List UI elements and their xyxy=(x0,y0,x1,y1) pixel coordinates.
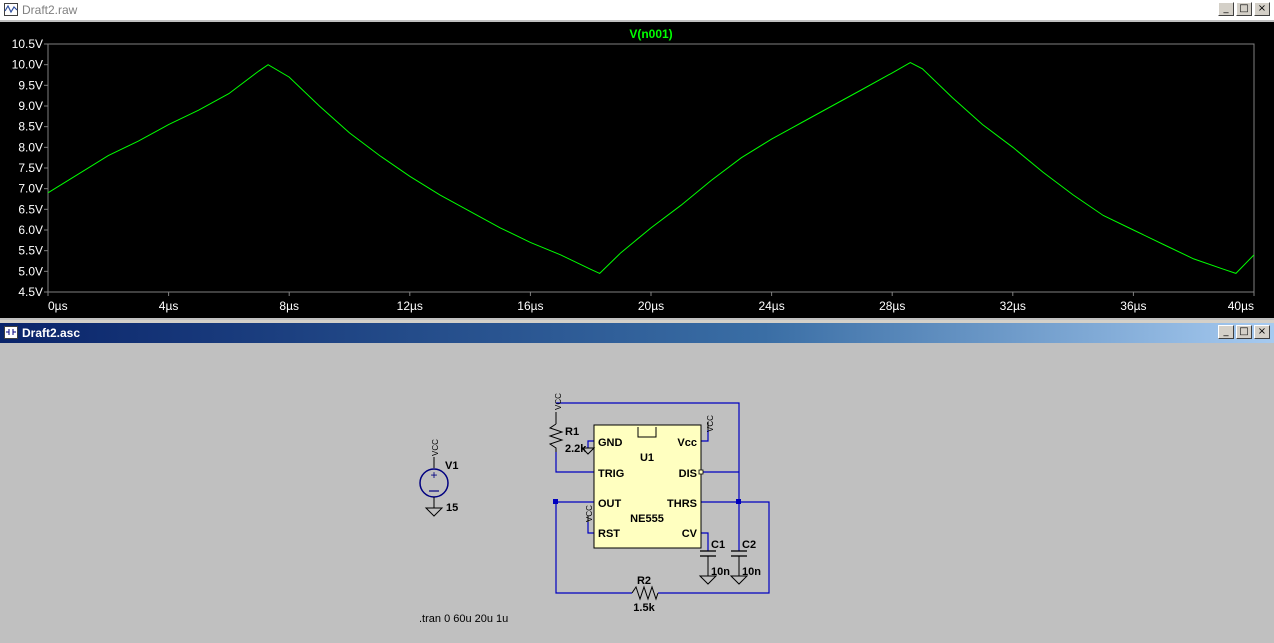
schematic-canvas[interactable]: + V1 15 VCC R1 2.2k VCC U1 NE555 GND Vcc… xyxy=(0,345,1274,643)
capacitor-c1[interactable]: C1 10n xyxy=(698,539,730,585)
plot-titlebar[interactable]: Draft2.raw _ □ × xyxy=(0,0,1274,20)
x-tick-label: 40µs xyxy=(1228,299,1254,313)
resistor-r2[interactable]: R2 1.5k xyxy=(631,575,659,614)
x-tick-label: 0µs xyxy=(48,299,68,313)
pin-dis-label: DIS xyxy=(679,468,697,480)
x-tick-label: 32µs xyxy=(1000,299,1026,313)
close-button[interactable]: × xyxy=(1254,325,1270,339)
plot-window: Draft2.raw _ □ × V(n001) 10.5V 10.0V 9.5V 9… xyxy=(0,0,1274,320)
x-tick-label: 20µs xyxy=(638,299,664,313)
trace-title[interactable]: V(n001) xyxy=(629,27,672,41)
y-tick-label: 7.5V xyxy=(18,161,43,175)
schematic-icon xyxy=(4,326,18,339)
x-tick-label: 36µs xyxy=(1120,299,1146,313)
y-tick-label: 6.0V xyxy=(18,223,43,237)
minimize-button[interactable]: _ xyxy=(1218,325,1234,339)
spice-directive[interactable]: .tran 0 60u 20u 1u xyxy=(419,613,508,625)
pin-out-label: OUT xyxy=(598,498,622,510)
y-tick-label: 10.0V xyxy=(12,58,43,72)
waveform-plot[interactable]: V(n001) 10.5V 10.0V 9.5V 9.0V 8.5V 8.0V 7.5V 7.… xyxy=(0,22,1274,318)
r2-value-label: 1.5k xyxy=(633,602,655,614)
u1-vcc-flag: VCC xyxy=(706,415,715,432)
pin-vcc-label: Vcc xyxy=(677,437,697,449)
y-tick-label: 5.0V xyxy=(18,264,43,278)
x-tick-label: 12µs xyxy=(397,299,423,313)
close-button[interactable]: × xyxy=(1254,2,1270,16)
r1-value-label: 2.2k xyxy=(565,443,587,455)
x-tick-label: 16µs xyxy=(517,299,543,313)
plot-window-title: Draft2.raw xyxy=(22,3,78,17)
waveform-icon xyxy=(4,3,18,16)
c1-value-label: 10n xyxy=(711,566,730,578)
trace-group xyxy=(47,62,1255,274)
c2-value-label: 10n xyxy=(742,566,761,578)
y-tick-label: 8.5V xyxy=(18,120,43,134)
voltage-source-v1[interactable]: + V1 15 VCC xyxy=(419,439,458,517)
maximize-button[interactable]: □ xyxy=(1236,325,1252,339)
rst-vcc-flag: VCC xyxy=(585,505,594,522)
y-tick-label: 10.5V xyxy=(12,37,43,51)
x-tick-label: 8µs xyxy=(279,299,299,313)
v1-ref-label: V1 xyxy=(445,460,458,472)
y-tick-label: 4.5V xyxy=(18,285,43,299)
ic-u1-ne555[interactable]: U1 NE555 GND Vcc TRIG DIS OUT THRS RST C… xyxy=(593,424,704,549)
r1-vcc-flag: VCC xyxy=(554,393,563,410)
r1-ref-label: R1 xyxy=(565,426,579,438)
pin-rst-label: RST xyxy=(598,528,620,540)
x-tick-label: 28µs xyxy=(879,299,905,313)
pin-trig-label: TRIG xyxy=(598,468,624,480)
c1-ref-label: C1 xyxy=(711,539,725,551)
x-tick-label: 24µs xyxy=(758,299,784,313)
y-tick-label: 9.5V xyxy=(18,78,43,92)
capacitor-c2[interactable]: C2 10n xyxy=(729,539,761,585)
trace-line-vn001[interactable] xyxy=(47,62,1255,274)
c2-ref-label: C2 xyxy=(742,539,756,551)
resistor-r1[interactable]: R1 2.2k VCC xyxy=(548,393,587,455)
y-tick-label: 5.5V xyxy=(18,244,43,258)
maximize-button[interactable]: □ xyxy=(1236,2,1252,16)
schematic-titlebar[interactable]: Draft2.asc _ □ × xyxy=(0,323,1274,343)
plot-frame xyxy=(47,43,1255,293)
u1-ref-label: U1 xyxy=(640,452,654,464)
r2-ref-label: R2 xyxy=(637,575,651,587)
pin-cv-label: CV xyxy=(682,528,698,540)
v1-vcc-flag: VCC xyxy=(431,439,440,456)
pin-gnd-label: GND xyxy=(598,437,623,449)
u1-value-label: NE555 xyxy=(630,513,664,525)
schematic-window-title: Draft2.asc xyxy=(22,326,81,340)
y-tick-label: 8.0V xyxy=(18,140,43,154)
minimize-button[interactable]: _ xyxy=(1218,2,1234,16)
plot-axes: 10.5V 10.0V 9.5V 9.0V 8.5V 8.0V 7.5V 7.0V 6.5V 6.… xyxy=(12,37,1255,313)
y-tick-label: 6.5V xyxy=(18,202,43,216)
y-tick-label: 9.0V xyxy=(18,99,43,113)
pin-thrs-label: THRS xyxy=(667,498,697,510)
y-tick-label: 7.0V xyxy=(18,182,43,196)
v1-value-label: 15 xyxy=(446,502,458,514)
x-tick-label: 4µs xyxy=(159,299,179,313)
svg-text:+: + xyxy=(430,468,437,482)
